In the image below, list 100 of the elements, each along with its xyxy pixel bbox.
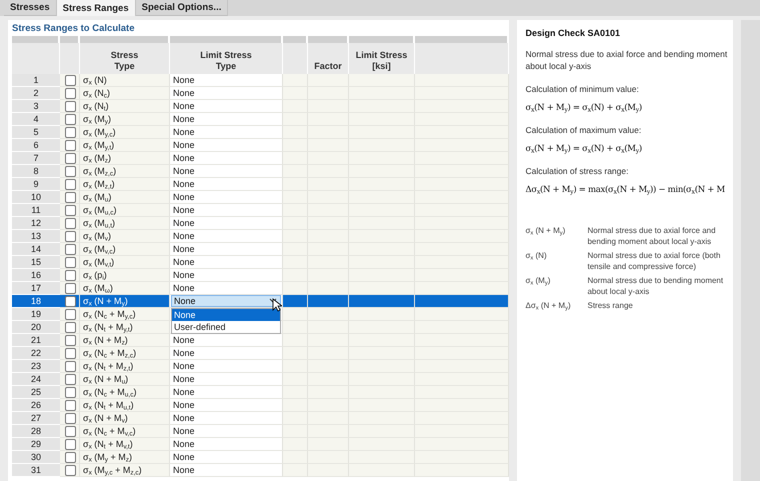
tab[interactable]: Stresses <box>4 0 57 16</box>
checkbox[interactable] <box>65 126 76 138</box>
row-number[interactable]: 2 <box>12 87 60 100</box>
limit-type-cell: None <box>173 231 195 241</box>
row-number[interactable]: 7 <box>12 152 60 165</box>
tab[interactable]: Stress Ranges <box>56 0 136 16</box>
checkbox[interactable] <box>65 270 76 280</box>
limit-type-dropdown[interactable]: None <box>171 295 281 307</box>
row-number[interactable]: 1 <box>12 74 60 87</box>
checkbox[interactable] <box>65 426 76 436</box>
row-number[interactable]: 24 <box>12 373 60 386</box>
stress-type-cell: σ$_{x}$ (N$_{t}$ + M$_{y,t}$) <box>80 321 170 334</box>
stress-type-cell: σ$_{x}$ (M$_{y}$) <box>80 113 170 126</box>
limit-type-cell: None <box>173 387 195 397</box>
checkbox[interactable] <box>65 322 76 332</box>
header-cell <box>283 43 308 74</box>
column-header: Limit Stress Type <box>170 43 283 74</box>
formula: σ$_{x}$(N + M$_{y}$) = σ$_{x}$(N) + σ$_{x}$(M$_{y}$) <box>525 103 642 113</box>
checkbox[interactable] <box>65 296 76 306</box>
row-number[interactable]: 9 <box>12 178 60 191</box>
row-number[interactable]: 14 <box>12 243 60 256</box>
checkbox[interactable] <box>65 74 76 86</box>
checkbox[interactable] <box>65 412 76 424</box>
limit-type-cell: None <box>173 400 195 410</box>
row-number[interactable]: 28 <box>12 425 60 438</box>
row-number[interactable]: 6 <box>12 139 60 152</box>
row-number[interactable]: 31 <box>12 464 60 477</box>
stress-type-cell: σ$_{x}$ (p$_{i}$) <box>80 269 170 282</box>
formula: Δσ$_{x}$(N + M$_{y}$) = max(σ$_{x}$(N + M$_{y}$)) − min(σ$_{x}$(N + M <box>525 185 725 195</box>
checkbox[interactable] <box>65 348 76 358</box>
row-number[interactable]: 20 <box>12 321 60 334</box>
row-number[interactable]: 15 <box>12 256 60 269</box>
row-number[interactable]: 21 <box>12 334 60 347</box>
checkbox[interactable] <box>65 282 76 294</box>
checkbox[interactable] <box>65 114 76 124</box>
row-number[interactable]: 29 <box>12 438 60 451</box>
checkbox[interactable] <box>65 230 76 242</box>
limit-type-cell: None <box>173 205 195 215</box>
row-number[interactable]: 30 <box>12 451 60 464</box>
row-number[interactable]: 17 <box>12 282 60 295</box>
stress-type-cell: σ$_{x}$ (M$_{z,c}$) <box>80 165 170 178</box>
info-title: Design Check SA0101 <box>525 28 622 38</box>
row-number[interactable]: 3 <box>12 100 60 113</box>
row-number[interactable]: 8 <box>12 165 60 178</box>
stress-type-cell: σ$_{x}$ (N$_{c}$ + M$_{z,c}$) <box>80 347 170 360</box>
table-cell <box>349 282 415 295</box>
row-number[interactable]: 13 <box>12 230 60 243</box>
checkbox[interactable] <box>65 204 76 216</box>
checkbox[interactable] <box>65 166 76 176</box>
checkbox[interactable] <box>65 334 76 346</box>
checkbox[interactable] <box>65 244 76 254</box>
checkbox[interactable] <box>65 152 76 164</box>
checkbox[interactable] <box>65 386 76 398</box>
checkbox[interactable] <box>65 192 76 202</box>
row-number[interactable]: 27 <box>12 412 60 425</box>
row-number[interactable]: 10 <box>12 191 60 204</box>
row-number[interactable]: 11 <box>12 204 60 217</box>
stress-type-cell: σ$_{x}$ (N + M$_{v}$) <box>80 412 170 425</box>
stress-type-cell: σ$_{x}$ (N + M$_{y}$) <box>80 295 170 308</box>
checkbox[interactable] <box>65 218 76 228</box>
stress-type-cell: σ$_{x}$ (N$_{c}$ + M$_{y,c}$) <box>80 308 170 321</box>
checkbox[interactable] <box>65 360 76 372</box>
stress-type-cell: σ$_{x}$ (N) <box>80 74 170 87</box>
limit-type-cell: None <box>173 114 195 124</box>
dropdown-option[interactable]: None <box>172 309 280 321</box>
checkbox[interactable] <box>65 88 76 98</box>
limit-type-cell: None <box>173 218 195 228</box>
checkbox[interactable] <box>65 178 76 190</box>
checkbox[interactable] <box>65 374 76 384</box>
checkbox[interactable] <box>65 400 76 410</box>
row-number[interactable]: 25 <box>12 386 60 399</box>
limit-type-cell: None <box>173 179 195 189</box>
checkbox[interactable] <box>65 464 76 476</box>
stress-type-cell: σ$_{x}$ (M$_{y,c}$) <box>80 126 170 139</box>
row-number[interactable]: 18 <box>12 295 60 308</box>
stress-type-cell: σ$_{x}$ (N$_{t}$ + M$_{u,t}$) <box>80 399 170 412</box>
info-description: Normal stress due to axial force and bending moment about local y-axis <box>525 48 728 72</box>
limit-type-cell: None <box>173 374 195 384</box>
row-number[interactable]: 4 <box>12 113 60 126</box>
row-number[interactable]: 22 <box>12 347 60 360</box>
limit-type-cell: None <box>173 153 195 163</box>
checkbox[interactable] <box>65 452 76 462</box>
row-number[interactable]: 5 <box>12 126 60 139</box>
row-number[interactable]: 23 <box>12 360 60 373</box>
tab[interactable]: Special Options... <box>136 0 228 16</box>
row-number[interactable]: 16 <box>12 269 60 282</box>
checkbox[interactable] <box>65 100 76 112</box>
section-title: Stress Ranges to Calculate <box>11 22 136 36</box>
row-number[interactable]: 26 <box>12 399 60 412</box>
table-cell <box>308 74 349 87</box>
legend-text: Normal stress due to axial force (both tensile and compressive force) <box>587 251 720 271</box>
row-number[interactable]: 12 <box>12 217 60 230</box>
header-cell <box>12 43 60 74</box>
stress-type-cell: σ$_{x}$ (N$_{t}$ + M$_{v,t}$) <box>80 438 170 451</box>
checkbox[interactable] <box>65 140 76 150</box>
checkbox[interactable] <box>65 256 76 268</box>
checkbox[interactable] <box>65 308 76 320</box>
stress-type-cell: σ$_{x}$ (M$_{v}$) <box>80 230 170 243</box>
row-number[interactable]: 19 <box>12 308 60 321</box>
checkbox[interactable] <box>65 438 76 450</box>
